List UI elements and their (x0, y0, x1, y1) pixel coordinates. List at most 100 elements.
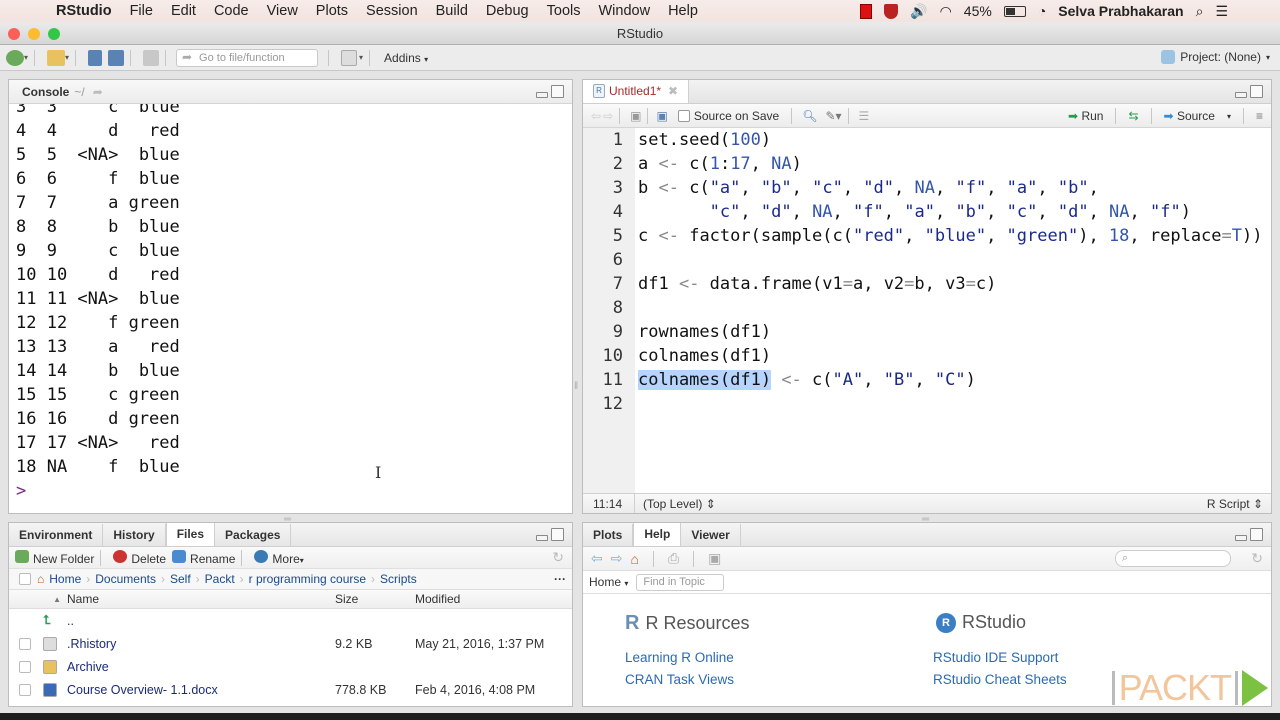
zoom-window-button[interactable] (48, 28, 60, 40)
file-row[interactable]: Course Overview- 1.1.docx 778.8 KB Feb 4, … (9, 678, 572, 701)
notification-center-icon[interactable]: ☰ (1215, 3, 1228, 20)
close-window-button[interactable] (8, 28, 20, 40)
screen-recorder-icon[interactable] (860, 3, 873, 19)
code-line[interactable]: 5 c <- factor(sample(c("red", "blue", "gr… (583, 224, 1271, 248)
antivirus-shield-icon[interactable] (884, 3, 899, 19)
link-cran-task-views[interactable]: CRAN Task Views (625, 672, 734, 687)
code-line[interactable]: 4 "c", "d", NA, "f", "a", "b", "c", "d",… (583, 200, 1271, 224)
rerun-icon[interactable]: ⇆ (1128, 109, 1138, 123)
wifi-icon[interactable]: ◠ (940, 3, 952, 20)
code-line[interactable]: 10 colnames(df1) (583, 344, 1271, 368)
column-modified[interactable]: Modified (415, 592, 460, 606)
checkbox[interactable] (677, 110, 690, 123)
code-line[interactable]: 7 df1 <- data.frame(v1=a, v2=b, v3=c) (583, 272, 1271, 296)
source-dropdown-icon[interactable]: ▾ (1227, 112, 1231, 121)
row-checkbox[interactable] (19, 683, 31, 696)
row-checkbox[interactable] (19, 637, 31, 650)
volume-icon[interactable]: 🔊 (910, 3, 927, 20)
maximize-pane-button[interactable] (1250, 528, 1263, 541)
breadcrumb-packt[interactable]: Packt (205, 572, 235, 586)
home-dropdown[interactable]: Home ▾ (589, 575, 628, 589)
parent-directory-link[interactable]: .. (67, 614, 74, 628)
show-in-window-icon[interactable]: ▣ (708, 550, 721, 567)
console-working-dir[interactable]: ~/ (74, 85, 84, 99)
tab-packages[interactable]: Packages (215, 524, 292, 546)
code-line[interactable]: 9 rownames(df1) (583, 320, 1271, 344)
parent-directory-row[interactable]: ⮤ .. (9, 609, 572, 632)
tab-environment[interactable]: Environment (9, 524, 104, 546)
link-learning-r-online[interactable]: Learning R Online (625, 650, 734, 665)
battery-icon[interactable] (1003, 5, 1026, 17)
menu-plots[interactable]: Plots (316, 3, 348, 19)
menu-help[interactable]: Help (668, 3, 698, 19)
find-in-topic-input[interactable]: Find in Topic (636, 573, 725, 591)
save-all-icon[interactable] (108, 49, 125, 66)
save-icon[interactable] (88, 49, 103, 66)
addins-menu[interactable]: Addins ▾ (384, 51, 428, 65)
back-icon[interactable]: ⇦ (591, 109, 601, 123)
forward-icon[interactable]: ⇨ (611, 550, 623, 567)
breadcrumb-home[interactable]: Home (49, 572, 81, 586)
file-name[interactable]: .Rhistory (67, 637, 335, 651)
help-search-input[interactable]: ⌕ (1115, 550, 1231, 567)
tab-files[interactable]: Files (165, 523, 216, 546)
document-outline-icon[interactable]: ≡ (1256, 109, 1263, 123)
code-line[interactable]: 12 (583, 392, 1271, 416)
compile-report-icon[interactable]: ☰ (859, 109, 870, 123)
project-menu[interactable]: Project: (None) ▾ (1161, 50, 1270, 64)
new-folder-button[interactable]: New Folder (9, 549, 94, 566)
open-file-icon[interactable] (47, 49, 66, 66)
minimize-pane-button[interactable] (1235, 535, 1247, 541)
open-file-dropdown-icon[interactable]: ▾ (65, 53, 69, 62)
column-name[interactable]: Name (67, 592, 335, 606)
file-name[interactable]: Archive (67, 660, 335, 674)
link-rstudio-cheat-sheets[interactable]: RStudio Cheat Sheets (933, 672, 1067, 687)
more-options-icon[interactable]: ··· (554, 572, 566, 586)
menu-session[interactable]: Session (366, 3, 418, 19)
more-button[interactable]: More▾ (248, 549, 304, 566)
source-button[interactable]: ➡ Source (1164, 109, 1215, 123)
minimize-window-button[interactable] (28, 28, 40, 40)
minimize-pane-button[interactable] (536, 535, 548, 541)
menu-file[interactable]: File (130, 3, 153, 19)
column-size[interactable]: Size (335, 592, 415, 606)
file-row[interactable]: .Rhistory 9.2 KB May 21, 2016, 1:37 PM (9, 632, 572, 655)
home-icon[interactable]: ⌂ (630, 551, 638, 567)
code-line[interactable]: 8 (583, 296, 1271, 320)
back-icon[interactable]: ⇦ (591, 550, 603, 567)
rename-button[interactable]: Rename (166, 549, 235, 566)
code-area[interactable]: 1 set.seed(100) 2 a <- c(1:17, NA) 3 b <- c("… (583, 128, 1271, 416)
tab-viewer[interactable]: Viewer (681, 524, 741, 546)
delete-button[interactable]: Delete (107, 549, 166, 566)
console-prompt[interactable]: > (16, 479, 572, 503)
menu-tools[interactable]: Tools (547, 3, 581, 19)
link-rstudio-ide-support[interactable]: RStudio IDE Support (933, 650, 1058, 665)
show-in-window-icon[interactable]: ▣ (630, 109, 641, 123)
refresh-icon[interactable]: ↻ (552, 549, 564, 566)
go-to-file-input[interactable]: Go to file/function (176, 48, 319, 67)
menu-edit[interactable]: Edit (171, 3, 196, 19)
run-button[interactable]: ➡ Run (1068, 109, 1103, 123)
breadcrumb-documents[interactable]: Documents (95, 572, 156, 586)
tab-help[interactable]: Help (633, 523, 682, 546)
breadcrumb-course[interactable]: r programming course (249, 572, 366, 586)
code-line[interactable]: 3 b <- c("a", "b", "c", "d", NA, "f", "a"… (583, 176, 1271, 200)
minimize-pane-button[interactable] (1235, 92, 1247, 98)
menu-code[interactable]: Code (214, 3, 249, 19)
new-file-icon[interactable] (6, 49, 24, 66)
go-to-directory-icon[interactable]: ➦ (93, 85, 103, 99)
pane-layout-icon[interactable] (341, 49, 358, 66)
file-name[interactable]: Course Overview- 1.1.docx (67, 683, 335, 697)
new-file-dropdown-icon[interactable]: ▾ (24, 53, 28, 62)
print-icon[interactable] (143, 49, 160, 66)
code-line[interactable]: 6 (583, 248, 1271, 272)
minimize-pane-button[interactable] (536, 92, 548, 98)
file-type-selector[interactable]: R Script ⇕ (1207, 497, 1263, 511)
menu-app-name[interactable]: RStudio (56, 3, 112, 19)
user-name[interactable]: Selva Prabhakaran (1058, 3, 1183, 19)
tab-untitled1[interactable]: R Untitled1* ✖ (583, 80, 690, 103)
menu-view[interactable]: View (267, 3, 298, 19)
tab-history[interactable]: History (103, 524, 166, 546)
source-on-save-checkbox[interactable]: Source on Save (677, 109, 779, 123)
close-tab-icon[interactable]: ✖ (668, 84, 678, 98)
